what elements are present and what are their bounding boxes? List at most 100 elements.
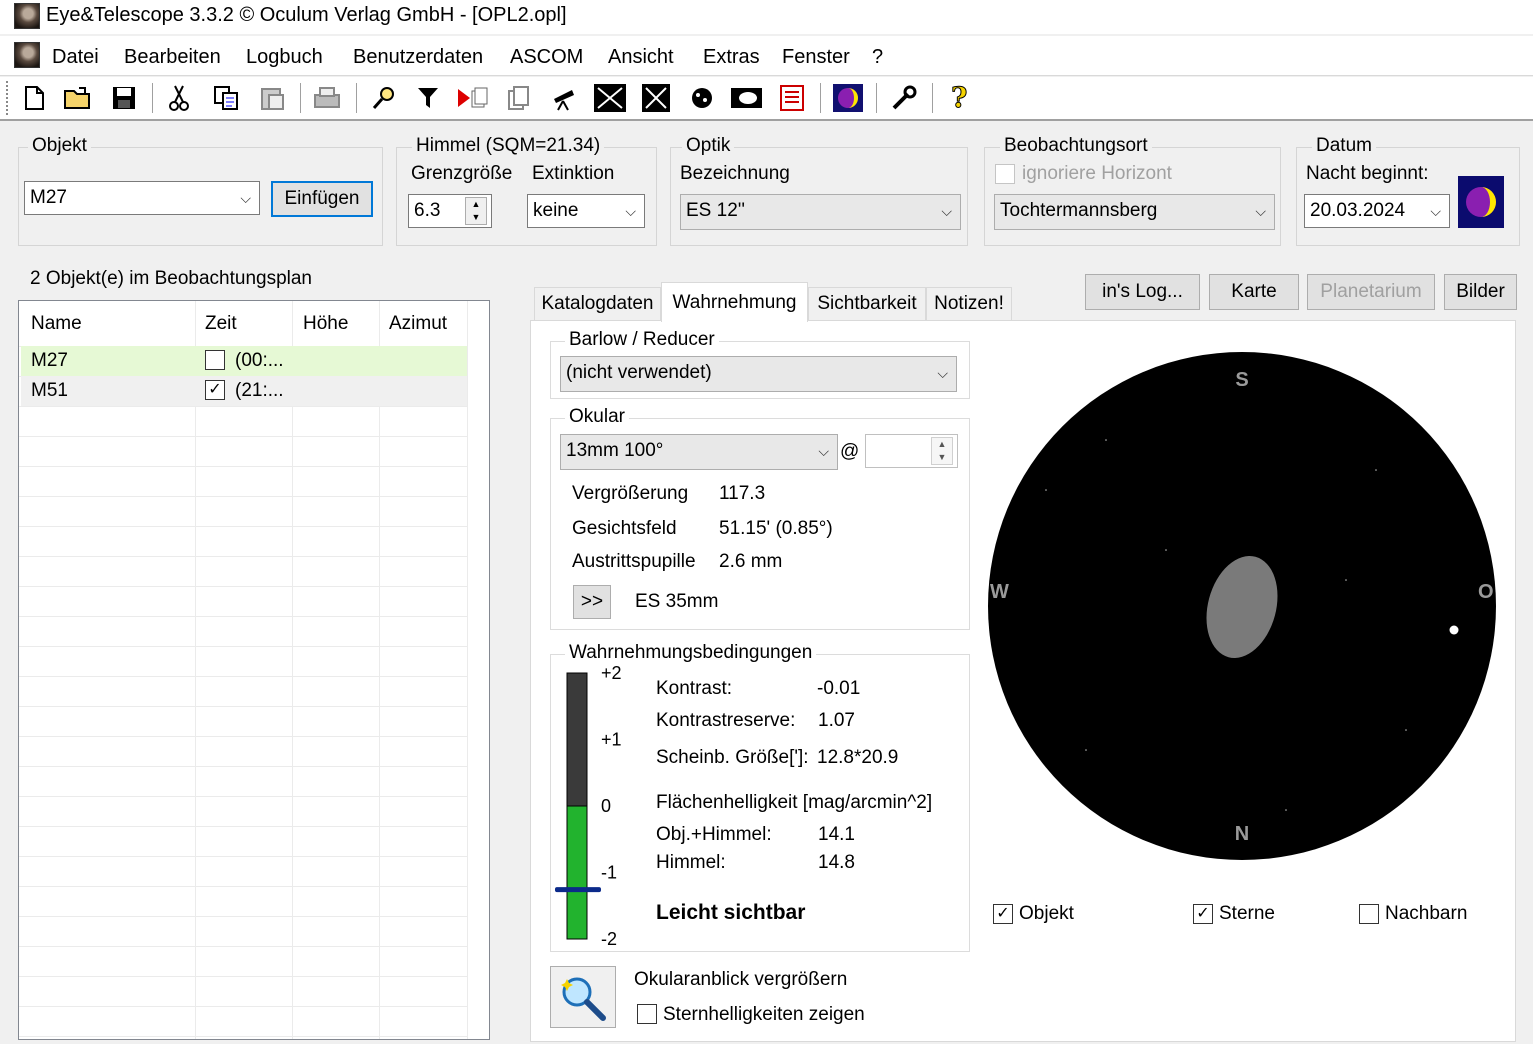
- eyepiece-icon[interactable]: [730, 82, 762, 114]
- menu-fenster[interactable]: Fenster: [782, 46, 850, 69]
- magnifier-icon: [561, 977, 606, 1021]
- objekt-option-label: Objekt: [1019, 903, 1074, 924]
- extinktion-value: keine: [533, 200, 579, 221]
- beobachtungsort-group-label: Beobachtungsort: [1000, 135, 1152, 157]
- objekt-checkbox[interactable]: ✓: [993, 904, 1013, 924]
- copy-icon[interactable]: [210, 82, 242, 114]
- scale-tick-label: 0: [601, 796, 611, 816]
- kontrastreserve-value: 1.07: [818, 710, 855, 731]
- optik-value: ES 12'': [686, 200, 746, 221]
- observation-plan-list[interactable]: Name Zeit Höhe Azimut M27 (00:... M51 ✓ …: [18, 300, 490, 1040]
- menu-extras[interactable]: Extras: [703, 46, 760, 69]
- chevron-down-icon: ⌵: [941, 203, 952, 219]
- optik-select[interactable]: ES 12'' ⌵: [680, 194, 961, 230]
- grenzgroesse-value: 6.3: [414, 200, 441, 221]
- visibility-result: Leicht sichtbar: [656, 901, 806, 924]
- vergroesserung-value: 117.3: [719, 483, 766, 504]
- planetarium-button[interactable]: Planetarium: [1307, 274, 1435, 310]
- bilder-button[interactable]: Bilder: [1444, 274, 1517, 310]
- grid-line: [19, 856, 467, 857]
- next-eyepiece-button[interactable]: >>: [573, 585, 611, 619]
- obj-himmel-value: 14.1: [818, 824, 855, 845]
- column-header-name[interactable]: Name: [31, 313, 82, 335]
- nachbarn-checkbox[interactable]: [1359, 904, 1379, 924]
- himmel-group-label: Himmel (SQM=21.34): [412, 135, 605, 157]
- okular-spinner[interactable]: ▲ ▼: [865, 434, 958, 468]
- table-row[interactable]: M27 (00:...: [21, 346, 467, 376]
- moon-phase-icon[interactable]: [832, 82, 864, 114]
- contrast-scale: +2 +1 0 -1 -2: [555, 665, 622, 949]
- tab-sichtbarkeit[interactable]: Sichtbarkeit: [808, 287, 926, 321]
- extinktion-select[interactable]: keine ⌵: [527, 194, 645, 228]
- sternhelligkeiten-checkbox[interactable]: [637, 1004, 657, 1024]
- austrittspupille-label: Austrittspupille: [572, 551, 696, 572]
- grenzgroesse-spinner[interactable]: 6.3 ▲ ▼: [408, 194, 492, 228]
- book-icon[interactable]: [776, 82, 808, 114]
- austrittspupille-value: 2.6 mm: [719, 551, 783, 572]
- eyepiece-field-view[interactable]: S N W O: [986, 350, 1498, 862]
- star: [1449, 625, 1459, 635]
- constellation-icon[interactable]: [594, 82, 626, 114]
- open-folder-icon[interactable]: [62, 82, 94, 114]
- filter-icon[interactable]: [412, 82, 444, 114]
- zoom-button[interactable]: [550, 966, 616, 1028]
- grid-line: [19, 616, 467, 617]
- grid-line: [19, 1036, 467, 1037]
- document-icon[interactable]: [14, 42, 40, 68]
- datum-picker[interactable]: 20.03.2024 ⌵: [1304, 194, 1450, 228]
- chevron-down-icon: ⌵: [625, 203, 636, 219]
- menu-bearbeiten[interactable]: Bearbeiten: [124, 46, 221, 69]
- tab-notizen[interactable]: Notizen!: [926, 287, 1012, 321]
- copy-pages-icon[interactable]: [502, 82, 534, 114]
- objekt-select[interactable]: M27 ⌵: [24, 181, 260, 215]
- sterne-checkbox[interactable]: ✓: [1193, 904, 1213, 924]
- telescope-icon[interactable]: [548, 82, 580, 114]
- okular-select[interactable]: 13mm 100° ⌵: [560, 434, 838, 470]
- deep-sky-icon[interactable]: [640, 82, 672, 114]
- karte-button[interactable]: Karte: [1209, 274, 1299, 310]
- spin-arrows-icon[interactable]: ▲ ▼: [931, 437, 953, 465]
- column-header-zeit[interactable]: Zeit: [205, 313, 237, 335]
- menu-benutzerdaten[interactable]: Benutzerdaten: [353, 46, 483, 69]
- print-icon[interactable]: [311, 82, 343, 114]
- play-icon[interactable]: [456, 82, 488, 114]
- save-icon[interactable]: [108, 82, 140, 114]
- planet-icon[interactable]: [686, 82, 718, 114]
- menu-ascom[interactable]: ASCOM: [510, 46, 583, 69]
- help-icon[interactable]: ?: [944, 82, 976, 114]
- checkmark-icon: ✓: [996, 905, 1010, 922]
- column-header-azimut[interactable]: Azimut: [389, 313, 447, 335]
- ins-log-button[interactable]: in's Log...: [1085, 274, 1200, 310]
- title-bar: Eye&Telescope 3.3.2 © Oculum Verlag GmbH…: [0, 0, 1533, 34]
- beobachtungsort-select[interactable]: Tochtermannsberg ⌵: [994, 194, 1275, 230]
- tab-wahrnehmung[interactable]: Wahrnehmung: [661, 282, 808, 322]
- table-row[interactable]: M51 ✓ (21:...: [21, 376, 467, 406]
- contrast-indicator: [555, 887, 601, 893]
- grid-line: [19, 676, 467, 677]
- toolbar-grip[interactable]: [6, 81, 9, 115]
- column-header-hoehe[interactable]: Höhe: [303, 313, 348, 335]
- obj-himmel-label: Obj.+Himmel:: [656, 824, 772, 845]
- bezeichnung-label: Bezeichnung: [680, 163, 790, 184]
- row-name: M51: [31, 380, 68, 401]
- row-checkbox[interactable]: [205, 350, 225, 370]
- einfuegen-button[interactable]: Einfügen: [271, 181, 373, 217]
- barlow-select[interactable]: (nicht verwendet) ⌵: [560, 356, 957, 392]
- search-icon[interactable]: [368, 82, 400, 114]
- new-file-icon[interactable]: [18, 82, 50, 114]
- kontrast-label: Kontrast:: [656, 678, 733, 699]
- menu-ansicht[interactable]: Ansicht: [608, 46, 674, 69]
- tools-icon[interactable]: [888, 82, 920, 114]
- ignoriere-horizont-checkbox[interactable]: [995, 164, 1015, 184]
- menu-help[interactable]: ?: [872, 46, 883, 69]
- objekt-select-value: M27: [30, 187, 67, 208]
- paste-icon[interactable]: [256, 82, 288, 114]
- spin-arrows-icon[interactable]: ▲ ▼: [465, 197, 487, 225]
- moon-phase-icon[interactable]: [1458, 176, 1504, 228]
- tab-katalogdaten[interactable]: Katalogdaten: [534, 287, 661, 321]
- menu-datei[interactable]: Datei: [52, 46, 99, 69]
- grid-line: [19, 436, 467, 437]
- row-checkbox[interactable]: ✓: [205, 380, 225, 400]
- cut-icon[interactable]: [163, 82, 195, 114]
- menu-logbuch[interactable]: Logbuch: [246, 46, 323, 69]
